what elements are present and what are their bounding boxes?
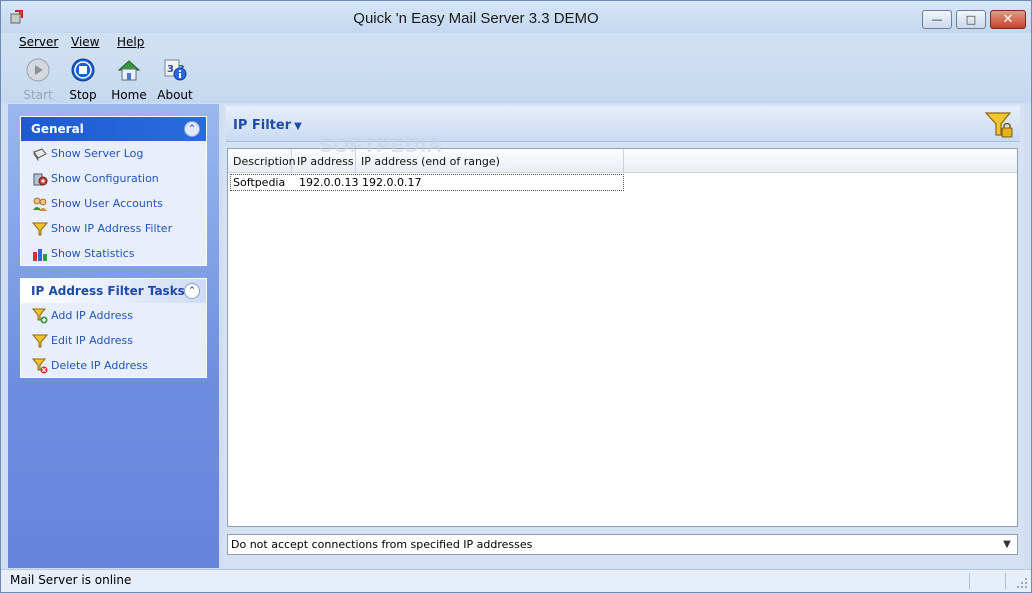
task-label: Show User Accounts bbox=[51, 197, 163, 210]
task-show-server-log[interactable]: Show Server Log bbox=[21, 141, 206, 166]
window-title: Quick 'n Easy Mail Server 3.3 DEMO bbox=[353, 10, 599, 27]
stop-icon bbox=[71, 58, 95, 82]
stop-label: Stop bbox=[69, 88, 97, 102]
collapse-general-icon[interactable]: ⌃ bbox=[184, 121, 200, 137]
play-icon bbox=[26, 58, 50, 82]
about-button[interactable]: 3.3 About bbox=[152, 58, 198, 102]
general-panel: General ⌃ Show Server Log Show Configura… bbox=[20, 116, 207, 266]
menu-view-label: View bbox=[71, 35, 100, 49]
filter-mode-select[interactable]: Do not accept connections from specified… bbox=[227, 534, 1018, 555]
task-delete-ip-address[interactable]: Delete IP Address bbox=[21, 353, 206, 378]
watermark-logo: SOFTPEDIA bbox=[319, 135, 443, 157]
minimize-button[interactable]: — bbox=[922, 10, 952, 29]
configuration-icon bbox=[33, 173, 48, 185]
table-row[interactable]: Softpedia 192.0.0.13 192.0.0.17 bbox=[230, 174, 624, 191]
task-label: Show Server Log bbox=[51, 147, 144, 160]
funnel-delete-icon bbox=[32, 358, 48, 373]
close-button[interactable]: ✕ bbox=[990, 10, 1026, 29]
ip-filter-tasks-panel: IP Address Filter Tasks ⌃ Add IP Address… bbox=[20, 278, 207, 378]
ip-filter-tasks-header[interactable]: IP Address Filter Tasks ⌃ bbox=[21, 279, 206, 303]
maximize-button[interactable]: □ bbox=[956, 10, 986, 29]
task-show-user-accounts[interactable]: Show User Accounts bbox=[21, 191, 206, 216]
task-label: Show IP Address Filter bbox=[51, 222, 173, 235]
column-description[interactable]: Description bbox=[228, 149, 296, 173]
collapse-tasks-icon[interactable]: ⌃ bbox=[184, 283, 200, 299]
ip-filter-view: IP Filter ▼ Description IP address IP add… bbox=[223, 104, 1024, 568]
cell-ip-address: 192.0.0.13 bbox=[299, 176, 359, 189]
status-separator bbox=[969, 573, 970, 589]
funnel-add-icon bbox=[32, 308, 48, 323]
resize-grip-icon[interactable] bbox=[1016, 577, 1028, 589]
task-show-statistics[interactable]: Show Statistics bbox=[21, 241, 206, 266]
cell-description: Softpedia bbox=[233, 176, 286, 189]
home-label: Home bbox=[111, 88, 147, 102]
task-label: Edit IP Address bbox=[51, 334, 133, 347]
task-show-ip-address-filter[interactable]: Show IP Address Filter bbox=[21, 216, 206, 241]
task-show-configuration[interactable]: Show Configuration bbox=[21, 166, 206, 191]
menu-server[interactable]: Server bbox=[19, 35, 58, 49]
menu-help-label: Help bbox=[117, 35, 145, 49]
menu-server-label: Server bbox=[19, 35, 59, 49]
ip-filter-tasks-title: IP Address Filter Tasks bbox=[31, 284, 185, 298]
start-button[interactable]: Start bbox=[15, 58, 61, 102]
home-button[interactable]: Home bbox=[106, 58, 152, 102]
task-add-ip-address[interactable]: Add IP Address bbox=[21, 303, 206, 328]
toolbar: Start Stop Home 3.3 bbox=[1, 53, 1031, 103]
chevron-down-icon: ▼ bbox=[294, 121, 302, 132]
stop-button[interactable]: Stop bbox=[60, 58, 106, 102]
menu-view[interactable]: View bbox=[71, 35, 99, 49]
filter-mode-value: Do not accept connections from specified… bbox=[231, 538, 533, 551]
general-panel-title: General bbox=[31, 122, 84, 136]
user-accounts-icon bbox=[33, 197, 47, 211]
statistics-icon bbox=[33, 248, 47, 261]
funnel-edit-icon bbox=[32, 334, 48, 347]
ip-filter-table[interactable]: Description IP address IP address (end o… bbox=[227, 148, 1018, 527]
title-bar[interactable]: Quick 'n Easy Mail Server 3.3 DEMO — □ ✕ bbox=[1, 1, 1031, 33]
app-window: Quick 'n Easy Mail Server 3.3 DEMO — □ ✕… bbox=[0, 0, 1032, 593]
status-separator bbox=[1005, 573, 1006, 589]
cell-ip-address-end: 192.0.0.17 bbox=[362, 176, 422, 189]
status-bar: Mail Server is online bbox=[1, 569, 1031, 592]
about-label: About bbox=[157, 88, 193, 102]
funnel-icon bbox=[32, 222, 48, 235]
task-label: Delete IP Address bbox=[51, 359, 148, 372]
menu-help[interactable]: Help bbox=[117, 35, 144, 49]
status-text: Mail Server is online bbox=[10, 573, 132, 587]
task-label: Show Configuration bbox=[51, 172, 159, 185]
start-label: Start bbox=[23, 88, 53, 102]
ip-filter-title[interactable]: IP Filter ▼ bbox=[233, 118, 302, 133]
server-log-icon bbox=[33, 147, 47, 161]
funnel-lock-icon bbox=[984, 112, 1013, 138]
menu-bar: Server View Help bbox=[1, 33, 1031, 53]
chevron-down-icon[interactable]: ▼ bbox=[999, 536, 1015, 553]
home-icon bbox=[117, 60, 141, 81]
ip-filter-title-text: IP Filter bbox=[233, 118, 292, 133]
task-label: Show Statistics bbox=[51, 247, 135, 260]
task-edit-ip-address[interactable]: Edit IP Address bbox=[21, 328, 206, 353]
task-sidebar: General ⌃ Show Server Log Show Configura… bbox=[8, 104, 219, 568]
general-panel-header[interactable]: General ⌃ bbox=[21, 117, 206, 141]
task-label: Add IP Address bbox=[51, 309, 133, 322]
about-icon: 3.3 bbox=[164, 59, 187, 81]
